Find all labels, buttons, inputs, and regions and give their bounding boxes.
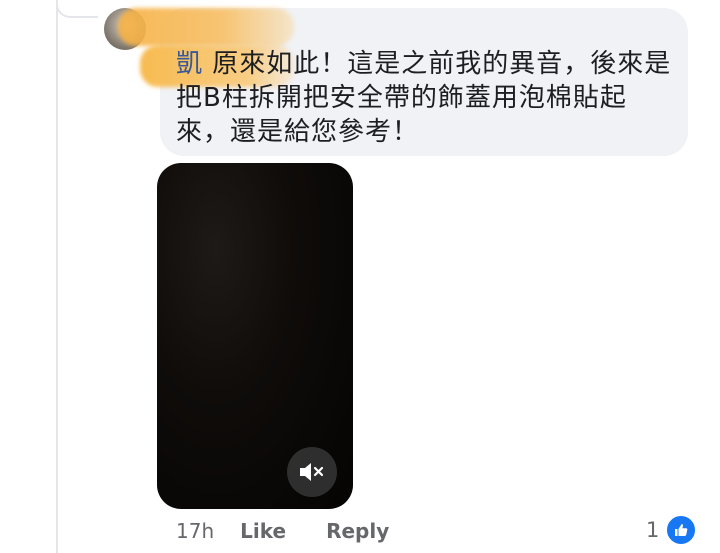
like-reaction-icon (665, 514, 698, 546)
thumbs-up-icon (675, 524, 688, 536)
like-button[interactable]: Like (240, 519, 286, 543)
comment-thread: 凱 原來如此！這是之前我的異音，後來是把B柱拆開把安全帶的飾蓋用泡棉貼起來，還是… (0, 0, 720, 553)
thread-connector-line (56, 0, 58, 553)
video-attachment[interactable] (157, 163, 353, 509)
reaction-count: 1 (646, 518, 660, 542)
timestamp[interactable]: 17h (176, 519, 214, 543)
comment-text: 凱 原來如此！這是之前我的異音，後來是把B柱拆開把安全帶的飾蓋用泡棉貼起來，還是… (176, 47, 676, 149)
author-name-tail[interactable]: 凱 (176, 49, 203, 79)
speaker-muted-icon (300, 463, 324, 481)
mute-button[interactable] (287, 447, 337, 497)
reply-button[interactable]: Reply (326, 519, 389, 543)
comment-body: 原來如此！這是之前我的異音，後來是把B柱拆開把安全帶的飾蓋用泡棉貼起來，還是給您… (176, 49, 672, 147)
thread-connector-curve (56, 0, 98, 18)
redaction-mark (118, 8, 294, 46)
comment-actions: 17h Like Reply (176, 516, 429, 546)
reaction-summary[interactable]: 1 (646, 514, 698, 546)
